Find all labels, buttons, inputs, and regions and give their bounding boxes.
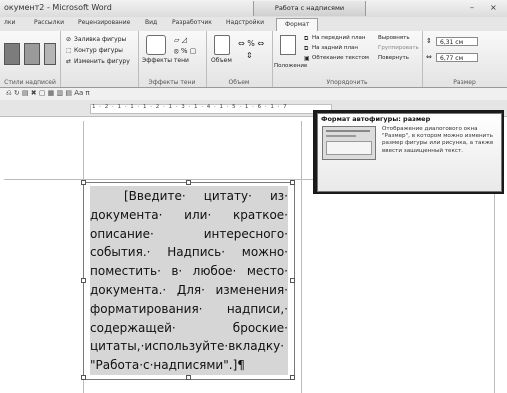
volume-button[interactable]: Объем bbox=[211, 57, 232, 64]
position-button[interactable]: Положение bbox=[274, 63, 307, 69]
tab-mailings[interactable]: Рассылки bbox=[34, 19, 64, 26]
wrap-text-button[interactable]: Обтекание текстом bbox=[312, 55, 369, 61]
height-icon: ⇕ bbox=[426, 37, 432, 45]
tab-view[interactable]: Вид bbox=[145, 19, 157, 26]
text-line: документа· или· краткое· bbox=[90, 207, 288, 222]
tooltip-panel: Формат автофигуры: размер Отображение ди… bbox=[317, 113, 502, 192]
text-line: форматирования· надписи,· bbox=[90, 301, 288, 316]
volume-group: Объем ⇔ % ⇔ ⇕ Объем bbox=[206, 31, 273, 87]
tab-format[interactable]: Формат bbox=[276, 18, 319, 32]
shadow-group-label: Эффекты тени bbox=[148, 79, 196, 86]
change-shape-button[interactable]: Изменить фигуру bbox=[74, 58, 130, 65]
title-bar: окумент2 - Microsoft Word Работа с надпи… bbox=[0, 0, 507, 18]
bring-front-icon[interactable]: ⧉ bbox=[304, 35, 308, 43]
context-tab-label: Работа с надписями bbox=[253, 1, 366, 16]
width-icon: ⇔ bbox=[426, 53, 432, 61]
resize-handle-bm[interactable] bbox=[186, 375, 191, 380]
tilt-down-icon[interactable]: ⇕ bbox=[246, 51, 253, 60]
text-line: события.· Надпись· можно· bbox=[90, 245, 288, 260]
resize-handle-br[interactable] bbox=[290, 375, 295, 380]
style-swatch-1[interactable] bbox=[4, 43, 20, 65]
tab-addins[interactable]: Надстройки bbox=[226, 19, 264, 26]
shadow-effects-group: Эффекты тени ▱ ◿ ⦻ % ▢ Эффекты тени bbox=[138, 31, 207, 87]
quick-toolbar: ⎌ ↻ ▤ ✖ ▢ ▦ ▥ ▤ Aa π bbox=[0, 88, 507, 100]
height-field[interactable]: 6,31 см bbox=[436, 37, 478, 46]
text-line: содержащей· броские· bbox=[90, 320, 288, 335]
send-back-icon[interactable]: ⧉ bbox=[304, 45, 308, 53]
send-back-button[interactable]: На задний план bbox=[312, 45, 358, 51]
shadow-effects-icon[interactable] bbox=[146, 35, 166, 55]
outline-icon[interactable]: ⬚ bbox=[66, 47, 72, 54]
resize-handle-tr[interactable] bbox=[290, 180, 295, 185]
fill-icon[interactable]: ⊘ bbox=[66, 36, 71, 43]
text-line: цитаты,·используйте·вкладку· bbox=[90, 339, 285, 354]
volume-group-label: Объем bbox=[228, 79, 250, 86]
resize-handle-bl[interactable] bbox=[81, 375, 86, 380]
tooltip-preview-image bbox=[322, 126, 376, 160]
ribbon-tabs: лки Рассылки Рецензирование Вид Разработ… bbox=[0, 17, 507, 32]
margin-guide-right bbox=[301, 121, 302, 393]
ribbon: Стили надписей ⊘ Заливка фигуры ⬚ Контур… bbox=[0, 31, 507, 88]
wrap-icon[interactable]: ▣ bbox=[304, 55, 310, 62]
bring-front-button[interactable]: На передний план bbox=[312, 35, 365, 41]
tooltip-body: Отображение диалогового окна "Размер", в… bbox=[382, 126, 494, 154]
resize-handle-mr[interactable] bbox=[290, 278, 295, 283]
resize-handle-tm[interactable] bbox=[186, 180, 191, 185]
rotate-button[interactable]: Повернуть bbox=[378, 55, 409, 61]
change-shape-icon[interactable]: ⇄ bbox=[66, 58, 71, 65]
toolbar-icons[interactable]: ⎌ ↻ ▤ ✖ ▢ ▦ ▥ ▤ Aa π bbox=[6, 89, 90, 98]
tilt-icons[interactable]: ⇔ % ⇔ bbox=[238, 39, 264, 48]
tab-review[interactable]: Рецензирование bbox=[78, 19, 130, 26]
resize-handle-tl[interactable] bbox=[81, 180, 86, 185]
tab-developer[interactable]: Разработчик bbox=[172, 19, 212, 26]
tab-mailings-partial[interactable]: лки bbox=[4, 19, 15, 26]
volume-icon[interactable] bbox=[214, 35, 230, 55]
group-button[interactable]: Группировать bbox=[378, 45, 419, 51]
size-group-label: Размер bbox=[453, 79, 476, 86]
shadow-toggle-icons[interactable]: ⦻ % ▢ bbox=[174, 47, 196, 56]
width-field[interactable]: 6,77 см bbox=[436, 53, 478, 62]
quote-text-box[interactable]: [Введите· цитату· из· документа· или· кр… bbox=[81, 180, 295, 380]
resize-handle-ml[interactable] bbox=[81, 278, 86, 283]
styles-group: Стили надписей bbox=[0, 31, 61, 87]
text-line: описание· интересного· bbox=[90, 226, 288, 241]
window-title: окумент2 - Microsoft Word bbox=[4, 3, 112, 12]
position-icon[interactable] bbox=[280, 35, 296, 55]
text-line: "Работа·с·надписями".]¶ bbox=[90, 358, 245, 373]
align-button[interactable]: Выровнять bbox=[378, 35, 410, 41]
text-box-content[interactable]: [Введите· цитату· из· документа· или· кр… bbox=[90, 187, 288, 375]
style-swatch-3[interactable] bbox=[44, 43, 56, 65]
shape-styles-group: ⊘ Заливка фигуры ⬚ Контур фигуры ⇄ Измен… bbox=[60, 31, 139, 87]
shadow-nudge-icons[interactable]: ▱ ◿ bbox=[174, 36, 187, 44]
styles-group-label: Стили надписей bbox=[4, 79, 56, 86]
shadow-effects-button[interactable]: Эффекты тени bbox=[142, 57, 189, 64]
minimize-button[interactable]: – bbox=[470, 3, 474, 12]
shape-outline-button[interactable]: Контур фигуры bbox=[74, 47, 123, 54]
text-line: документа.· Для· изменения· bbox=[90, 282, 288, 297]
close-button[interactable]: × bbox=[490, 3, 497, 12]
tooltip-title: Формат автофигуры: размер bbox=[321, 115, 431, 123]
size-dialog-tooltip: Формат автофигуры: размер Отображение ди… bbox=[313, 110, 504, 194]
shape-fill-button[interactable]: Заливка фигуры bbox=[74, 36, 126, 43]
size-group: ⇕ 6,31 см ⇔ 6,77 см Размер bbox=[422, 31, 507, 87]
text-line: поместить· в· любое· место· bbox=[90, 264, 288, 279]
arrange-group: Положение ⧉ На передний план ⧉ На задний… bbox=[272, 31, 423, 87]
text-line: [Введите· цитату· из· bbox=[124, 189, 288, 203]
ruler-numbers: 1 · 2 · 1 · 1 · 1 · 2 · 1 · 3 · 1 · 4 · … bbox=[92, 104, 288, 110]
arrange-group-label: Упорядочить bbox=[326, 79, 368, 86]
word-window: окумент2 - Microsoft Word Работа с надпи… bbox=[0, 0, 507, 393]
style-swatch-2[interactable] bbox=[24, 43, 40, 65]
